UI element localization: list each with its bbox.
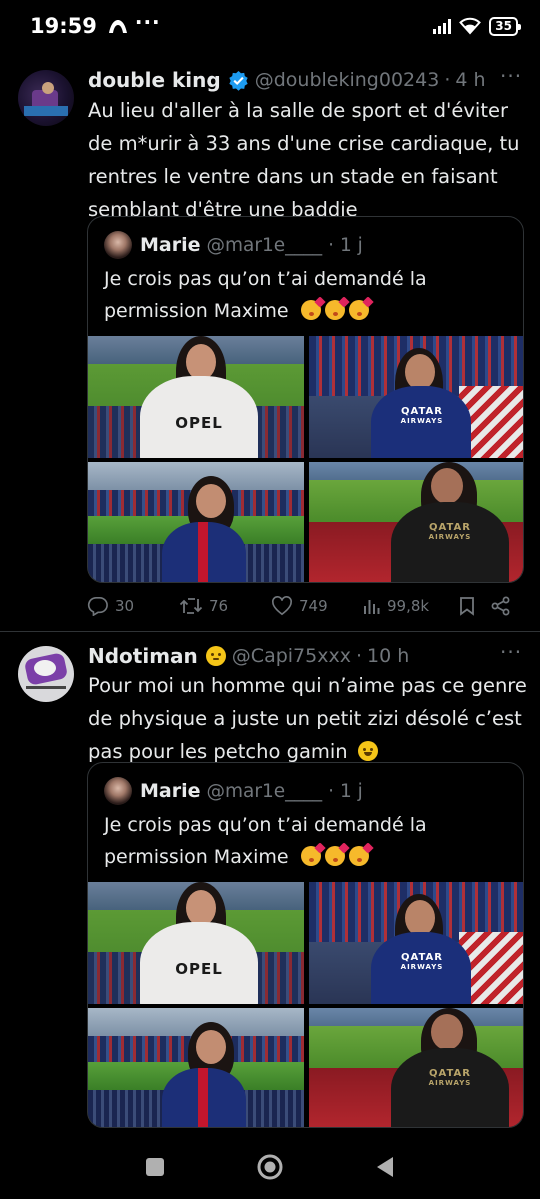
media-photo[interactable]: OPEL xyxy=(88,336,304,458)
kiss-emoji-icon xyxy=(300,300,321,320)
quote-timestamp: 1 j xyxy=(340,780,363,802)
quote-avatar xyxy=(104,777,132,805)
share-icon xyxy=(491,596,510,616)
neutral-emoji-icon xyxy=(205,646,226,666)
views-count: 99,8k xyxy=(387,597,430,615)
quote-text-block: Je crois pas qu’on t’ai demandé la permi… xyxy=(104,263,504,327)
photo-logo-airways: AIRWAYS xyxy=(400,963,444,971)
avatar[interactable] xyxy=(18,646,74,702)
overflow-dots: ··· xyxy=(134,10,161,34)
photo-logo-qatar: QATAR xyxy=(429,522,471,533)
views-button[interactable]: 99,8k xyxy=(363,597,459,615)
wifi-icon xyxy=(459,17,482,35)
photo-logo-airways: AIRWAYS xyxy=(400,417,444,425)
quoted-tweet[interactable]: Marie @mar1e____ · 1 j Je crois pas qu’o… xyxy=(87,216,524,583)
tweet-text: Pour moi un homme qui n’aime pas ce genr… xyxy=(88,674,527,763)
kiss-emoji-icon xyxy=(324,846,345,866)
photo-logo-opel: OPEL xyxy=(175,414,223,432)
views-icon xyxy=(364,600,380,614)
kiss-emoji-icon xyxy=(300,846,321,866)
media-photo[interactable]: QATAR AIRWAYS xyxy=(309,462,523,582)
reply-icon xyxy=(87,596,108,616)
like-count: 749 xyxy=(299,597,328,615)
tweet-text: Au lieu d'aller à la salle de sport et d… xyxy=(88,99,520,221)
author-name[interactable]: double king xyxy=(88,68,221,92)
more-icon[interactable]: ··· xyxy=(500,640,522,664)
separator: · xyxy=(444,69,451,91)
verified-badge-icon xyxy=(228,70,249,91)
battery-level: 35 xyxy=(495,19,512,33)
bookmark-icon xyxy=(460,597,474,616)
quoted-tweet[interactable]: Marie @mar1e____ · 1 j Je crois pas qu’o… xyxy=(87,762,524,1128)
photo-logo-airways: AIRWAYS xyxy=(428,1079,472,1087)
quote-author-name: Marie xyxy=(140,780,201,802)
notification-icons: ··· xyxy=(107,10,161,35)
kiss-emoji-icon xyxy=(348,300,369,320)
battery-icon: 35 xyxy=(489,16,521,36)
timestamp[interactable]: 10 h xyxy=(367,645,409,667)
media-photo[interactable]: QATAR AIRWAYS xyxy=(309,882,523,1004)
photo-logo-opel: OPEL xyxy=(175,960,223,978)
kiss-emoji-icon xyxy=(348,846,369,866)
media-photo[interactable] xyxy=(88,1008,304,1127)
quote-text: Je crois pas qu’on t’ai demandé la permi… xyxy=(104,814,427,868)
reply-button[interactable]: 30 xyxy=(87,596,179,616)
quote-separator: · xyxy=(328,234,335,256)
repost-button[interactable]: 76 xyxy=(179,596,271,616)
timestamp[interactable]: 4 h xyxy=(455,69,485,91)
reply-count: 30 xyxy=(115,597,135,615)
media-grid: OPEL QATAR AIRWAYS QATAR AIRWAYS xyxy=(88,882,523,1127)
repost-icon xyxy=(179,598,203,614)
bookmark-button[interactable] xyxy=(459,596,491,616)
quote-author-handle: @mar1e____ xyxy=(206,780,323,802)
quote-text-block: Je crois pas qu’on t’ai demandé la permi… xyxy=(104,809,504,873)
tweet-text-block: Pour moi un homme qui n’aime pas ce genr… xyxy=(88,669,528,768)
photo-logo-airways: AIRWAYS xyxy=(428,533,472,541)
quote-separator: · xyxy=(328,780,335,802)
quote-author-name: Marie xyxy=(140,234,201,256)
quote-timestamp: 1 j xyxy=(340,234,363,256)
quote-avatar xyxy=(104,231,132,259)
nav-recents-icon[interactable] xyxy=(144,1156,166,1178)
media-photo[interactable]: QATAR AIRWAYS xyxy=(309,336,523,458)
tweet-2[interactable]: Ndotiman @Capi75xxx · 10 h ··· Pour moi … xyxy=(0,632,540,1132)
photo-logo-qatar: QATAR xyxy=(429,1068,471,1079)
tweet-actions: 30 76 749 99,8k xyxy=(87,596,517,616)
like-icon xyxy=(272,596,292,616)
nav-home-icon[interactable] xyxy=(256,1153,284,1181)
media-photo[interactable] xyxy=(88,462,304,582)
author-name[interactable]: Ndotiman xyxy=(88,644,198,668)
share-button[interactable] xyxy=(491,596,517,616)
author-handle[interactable]: @doubleking00243 xyxy=(255,69,440,91)
more-icon[interactable]: ··· xyxy=(500,64,522,88)
media-photo[interactable]: OPEL xyxy=(88,882,304,1004)
separator: · xyxy=(355,645,363,667)
media-photo[interactable]: QATAR AIRWAYS xyxy=(309,1008,523,1127)
app-notification-icon xyxy=(108,20,127,33)
status-time: 19:59 xyxy=(30,14,97,38)
nav-back-icon[interactable] xyxy=(374,1155,396,1179)
system-nav-bar xyxy=(0,1135,540,1199)
quote-text: Je crois pas qu’on t’ai demandé la permi… xyxy=(104,268,427,322)
like-button[interactable]: 749 xyxy=(271,596,363,616)
kiss-emoji-icon xyxy=(324,300,345,320)
status-bar: 19:59 ··· 35 xyxy=(0,0,540,52)
photo-logo-qatar: QATAR xyxy=(401,952,443,963)
laughing-emoji-icon xyxy=(357,741,378,761)
avatar[interactable] xyxy=(18,70,74,126)
signal-icon xyxy=(433,18,452,34)
repost-count: 76 xyxy=(209,597,229,615)
author-handle[interactable]: @Capi75xxx xyxy=(232,645,351,667)
photo-logo-qatar: QATAR xyxy=(401,406,443,417)
quote-author-handle: @mar1e____ xyxy=(206,234,323,256)
tweet-1[interactable]: double king @doubleking00243 · 4 h ··· A… xyxy=(0,52,540,632)
media-grid: OPEL QATAR AIRWAYS QATAR AIRWAYS xyxy=(88,336,523,582)
